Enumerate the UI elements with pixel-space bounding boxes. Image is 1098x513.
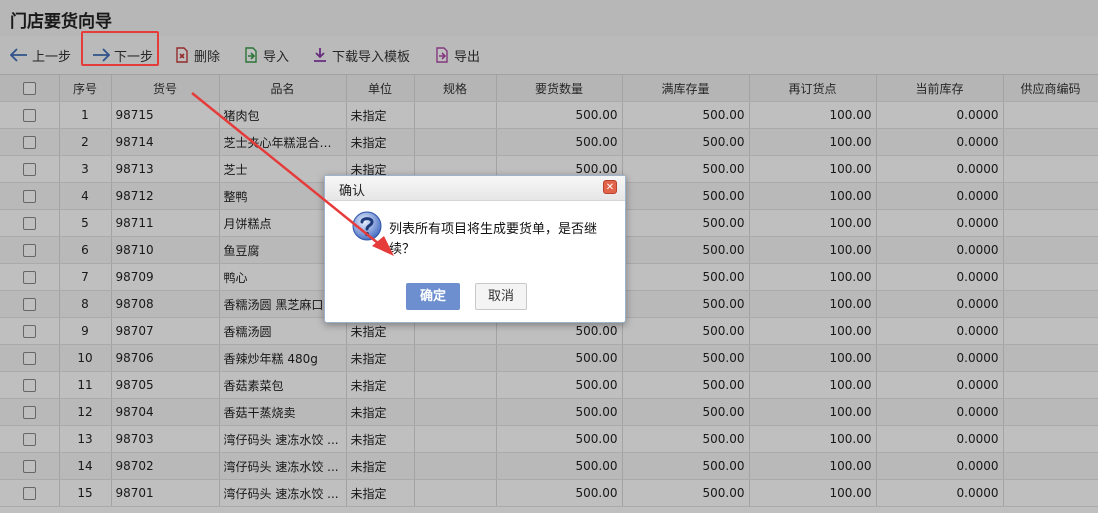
dialog-message: 列表所有项目将生成要货单，是否继续？ xyxy=(389,222,598,257)
ok-button[interactable]: 确定 xyxy=(406,283,460,310)
close-icon[interactable]: ✕ xyxy=(603,180,617,194)
confirm-dialog: 确认 ✕ 列表所有项目将生成要货单，是否继续？ 确定 取消 xyxy=(324,175,626,323)
dialog-title: 确认 xyxy=(339,184,366,199)
question-icon xyxy=(351,210,383,245)
cancel-button[interactable]: 取消 xyxy=(475,283,527,310)
dialog-header: 确认 ✕ xyxy=(325,176,625,201)
next-step-highlight xyxy=(81,31,159,66)
